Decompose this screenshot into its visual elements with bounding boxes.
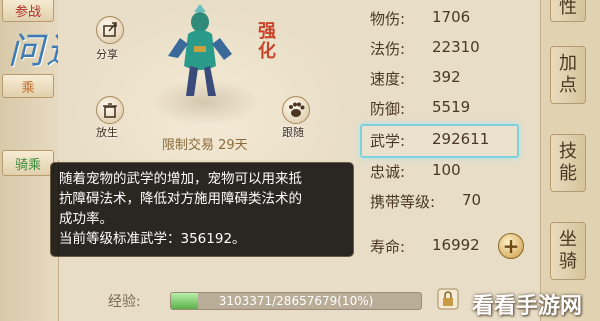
stat-label-physical-damage: 物伤: (370, 10, 406, 28)
share-icon (103, 22, 117, 37)
tab-attributes[interactable]: 性 (550, 0, 586, 22)
follow-label: 跟随 (282, 126, 304, 139)
tab-attributes-label: 性 (559, 0, 577, 18)
tooltip-line: 当前等级标准武学：356192。 (59, 231, 246, 247)
tab-mount[interactable]: 坐 骑 (550, 222, 586, 280)
tab-mount-label-1: 坐 (559, 229, 577, 250)
stat-value-loyalty: 100 (432, 161, 461, 179)
stat-value-defense: 5519 (432, 98, 471, 116)
tab-add-points[interactable]: 加 点 (550, 46, 586, 104)
tooltip-line: 成功率。 (59, 211, 113, 227)
watermark: 看看手游网 (472, 294, 583, 319)
stat-label-lifespan: 寿命: (370, 238, 406, 256)
stat-label-magic-damage: 法伤: (370, 40, 406, 58)
tab-add-points-label-1: 加 (559, 53, 577, 74)
release-button[interactable] (96, 96, 124, 124)
release-label: 放生 (96, 126, 118, 139)
stat-label-martial: 武学: (370, 132, 406, 150)
stat-label-speed: 速度: (370, 70, 406, 88)
tab-mount-label-2: 骑 (559, 251, 577, 272)
martial-tooltip: 随着宠物的武学的增加，宠物可以用来抵 抗障碍法术，降低对方施用障碍类法术的 成功… (50, 162, 354, 257)
lock-icon[interactable] (437, 288, 459, 310)
enhance-tag: 强化 (258, 21, 276, 62)
left-tab-2[interactable]: 乘 (2, 74, 54, 98)
left-tab-mount[interactable]: 骑乘 (2, 150, 54, 176)
trash-icon (103, 103, 117, 118)
share-button[interactable] (96, 16, 124, 44)
tooltip-line: 随着宠物的武学的增加，宠物可以用来抵 (59, 171, 302, 187)
stat-value-lifespan: 16992 (432, 236, 480, 254)
stat-value-carry-level: 70 (462, 191, 482, 209)
trade-limit-text: 限制交易 29天 (162, 138, 248, 153)
tab-skills[interactable]: 技 能 (550, 134, 586, 192)
stat-value-speed: 392 (432, 68, 461, 86)
share-label: 分享 (96, 48, 118, 61)
exp-bar: 3103371/28657679(10%) (170, 292, 422, 310)
tab-add-points-label-2: 点 (559, 75, 577, 96)
add-lifespan-button[interactable]: + (498, 233, 524, 259)
stat-value-physical-damage: 1706 (432, 8, 471, 26)
exp-text: 3103371/28657679(10%) (218, 294, 374, 308)
exp-label: 经验: (108, 294, 141, 310)
tooltip-line: 抗障碍法术，降低对方施用障碍类法术的 (59, 191, 302, 207)
stat-label-carry-level: 携带等级: (370, 193, 436, 211)
tab-skills-label-1: 技 (559, 141, 577, 162)
pet-figure[interactable] (160, 4, 240, 104)
tab-skills-label-2: 能 (559, 163, 577, 184)
stat-label-loyalty: 忠诚: (370, 163, 406, 181)
follow-button[interactable] (282, 96, 310, 124)
plus-icon: + (502, 234, 520, 258)
stat-value-martial: 292611 (432, 130, 490, 148)
stat-value-magic-damage: 22310 (432, 38, 480, 56)
paw-icon (289, 102, 305, 117)
stat-label-defense: 防御: (370, 100, 406, 118)
left-tab-battle[interactable]: 参战 (2, 0, 54, 22)
